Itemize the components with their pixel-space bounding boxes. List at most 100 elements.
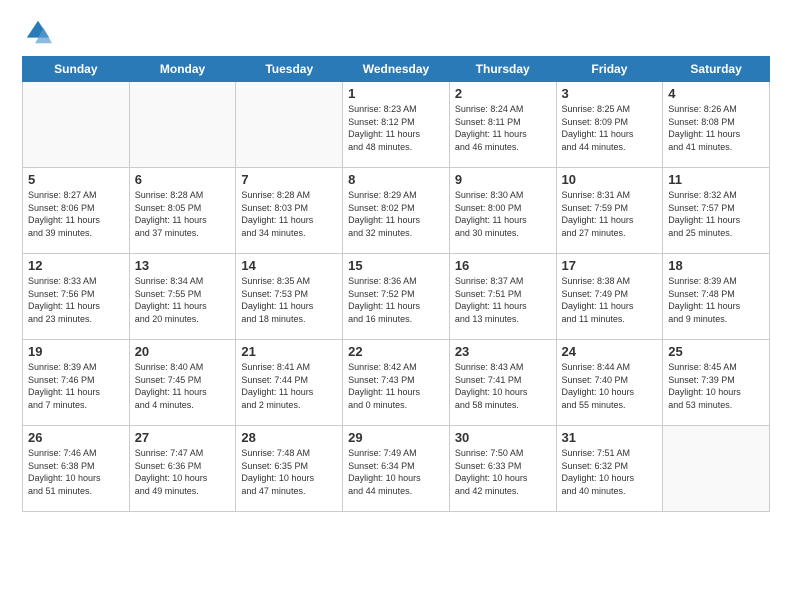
cal-cell: 23Sunrise: 8:43 AM Sunset: 7:41 PM Dayli…	[449, 340, 556, 426]
week-row-2: 12 Sunrise: 8:33 AM Sunset: 7:56 PM Dayli…	[23, 254, 770, 340]
cell-info: Sunrise: 8:30 AM Sunset: 8:00 PM Dayligh…	[455, 189, 551, 239]
cell-info: Sunrise: 7:51 AM Sunset: 6:32 PM Dayligh…	[562, 447, 658, 497]
cell-info: Sunrise: 7:46 AM Sunset: 6:38 PM Dayligh…	[28, 447, 124, 497]
cal-cell: 22Sunrise: 8:42 AM Sunset: 7:43 PM Dayli…	[343, 340, 450, 426]
cell-info: Sunrise: 8:28 AM Sunset: 8:05 PM Dayligh…	[135, 189, 231, 239]
cell-info: Sunrise: 8:41 AM Sunset: 7:44 PM Dayligh…	[241, 361, 337, 411]
cell-info: Sunrise: 8:28 AM Sunset: 8:03 PM Dayligh…	[241, 189, 337, 239]
day-number: 17	[562, 258, 658, 273]
day-number: 27	[135, 430, 231, 445]
cell-info: Sunrise: 8:27 AM Sunset: 8:06 PM Dayligh…	[28, 189, 124, 239]
day-number: 21	[241, 344, 337, 359]
cal-cell: 29 Sunrise: 7:49 AM Sunset: 6:34 PM Dayli…	[343, 426, 450, 512]
day-number: 6	[135, 172, 231, 187]
day-header-saturday: Saturday	[663, 57, 770, 82]
day-number: 31	[562, 430, 658, 445]
cell-info: Sunrise: 8:24 AM Sunset: 8:11 PM Dayligh…	[455, 103, 551, 153]
cell-info: Sunrise: 8:38 AM Sunset: 7:49 PM Dayligh…	[562, 275, 658, 325]
day-header-friday: Friday	[556, 57, 663, 82]
cal-cell: 15 Sunrise: 8:36 AM Sunset: 7:52 PM Dayli…	[343, 254, 450, 340]
cal-cell: 19 Sunrise: 8:39 AM Sunset: 7:46 PM Dayli…	[23, 340, 130, 426]
cal-cell: 2 Sunrise: 8:24 AM Sunset: 8:11 PM Daylig…	[449, 82, 556, 168]
day-number: 3	[562, 86, 658, 101]
cell-info: Sunrise: 8:42 AM Sunset: 7:43 PM Dayligh…	[348, 361, 444, 411]
cal-cell: 31 Sunrise: 7:51 AM Sunset: 6:32 PM Dayli…	[556, 426, 663, 512]
cal-cell: 24Sunrise: 8:44 AM Sunset: 7:40 PM Dayli…	[556, 340, 663, 426]
cal-cell: 27Sunrise: 7:47 AM Sunset: 6:36 PM Dayli…	[129, 426, 236, 512]
day-number: 12	[28, 258, 124, 273]
day-header-sunday: Sunday	[23, 57, 130, 82]
day-number: 29	[348, 430, 444, 445]
day-number: 9	[455, 172, 551, 187]
day-number: 11	[668, 172, 764, 187]
cal-cell	[663, 426, 770, 512]
cal-cell: 4Sunrise: 8:26 AM Sunset: 8:08 PM Daylig…	[663, 82, 770, 168]
day-number: 16	[455, 258, 551, 273]
cal-cell: 26 Sunrise: 7:46 AM Sunset: 6:38 PM Dayli…	[23, 426, 130, 512]
week-row-1: 5Sunrise: 8:27 AM Sunset: 8:06 PM Daylig…	[23, 168, 770, 254]
cal-cell: 21 Sunrise: 8:41 AM Sunset: 7:44 PM Dayli…	[236, 340, 343, 426]
logo	[22, 18, 52, 46]
cal-cell: 25Sunrise: 8:45 AM Sunset: 7:39 PM Dayli…	[663, 340, 770, 426]
day-number: 8	[348, 172, 444, 187]
logo-icon	[24, 18, 52, 46]
day-number: 10	[562, 172, 658, 187]
week-row-3: 19 Sunrise: 8:39 AM Sunset: 7:46 PM Dayli…	[23, 340, 770, 426]
day-header-tuesday: Tuesday	[236, 57, 343, 82]
day-number: 26	[28, 430, 124, 445]
day-number: 25	[668, 344, 764, 359]
day-number: 28	[241, 430, 337, 445]
cell-info: Sunrise: 8:39 AM Sunset: 7:46 PM Dayligh…	[28, 361, 124, 411]
cal-cell	[236, 82, 343, 168]
page: SundayMondayTuesdayWednesdayThursdayFrid…	[0, 0, 792, 612]
cal-cell	[23, 82, 130, 168]
day-number: 7	[241, 172, 337, 187]
cal-cell: 10 Sunrise: 8:31 AM Sunset: 7:59 PM Dayli…	[556, 168, 663, 254]
cal-cell: 20 Sunrise: 8:40 AM Sunset: 7:45 PM Dayli…	[129, 340, 236, 426]
cal-cell: 28 Sunrise: 7:48 AM Sunset: 6:35 PM Dayli…	[236, 426, 343, 512]
day-number: 13	[135, 258, 231, 273]
cell-info: Sunrise: 8:37 AM Sunset: 7:51 PM Dayligh…	[455, 275, 551, 325]
day-number: 30	[455, 430, 551, 445]
cal-cell: 9 Sunrise: 8:30 AM Sunset: 8:00 PM Daylig…	[449, 168, 556, 254]
header	[22, 18, 770, 46]
cell-info: Sunrise: 8:25 AM Sunset: 8:09 PM Dayligh…	[562, 103, 658, 153]
day-number: 14	[241, 258, 337, 273]
cal-cell: 18Sunrise: 8:39 AM Sunset: 7:48 PM Dayli…	[663, 254, 770, 340]
cell-info: Sunrise: 8:36 AM Sunset: 7:52 PM Dayligh…	[348, 275, 444, 325]
day-header-monday: Monday	[129, 57, 236, 82]
week-row-4: 26 Sunrise: 7:46 AM Sunset: 6:38 PM Dayli…	[23, 426, 770, 512]
cal-cell: 12 Sunrise: 8:33 AM Sunset: 7:56 PM Dayli…	[23, 254, 130, 340]
day-number: 15	[348, 258, 444, 273]
day-number: 23	[455, 344, 551, 359]
cal-cell: 1 Sunrise: 8:23 AM Sunset: 8:12 PM Daylig…	[343, 82, 450, 168]
day-number: 1	[348, 86, 444, 101]
cal-cell: 6 Sunrise: 8:28 AM Sunset: 8:05 PM Daylig…	[129, 168, 236, 254]
cell-info: Sunrise: 8:40 AM Sunset: 7:45 PM Dayligh…	[135, 361, 231, 411]
cal-cell: 3 Sunrise: 8:25 AM Sunset: 8:09 PM Daylig…	[556, 82, 663, 168]
day-header-thursday: Thursday	[449, 57, 556, 82]
cell-info: Sunrise: 8:32 AM Sunset: 7:57 PM Dayligh…	[668, 189, 764, 239]
calendar-table: SundayMondayTuesdayWednesdayThursdayFrid…	[22, 56, 770, 512]
cal-cell: 30 Sunrise: 7:50 AM Sunset: 6:33 PM Dayli…	[449, 426, 556, 512]
cell-info: Sunrise: 7:48 AM Sunset: 6:35 PM Dayligh…	[241, 447, 337, 497]
day-number: 20	[135, 344, 231, 359]
cell-info: Sunrise: 7:50 AM Sunset: 6:33 PM Dayligh…	[455, 447, 551, 497]
day-number: 24	[562, 344, 658, 359]
cell-info: Sunrise: 8:26 AM Sunset: 8:08 PM Dayligh…	[668, 103, 764, 153]
cell-info: Sunrise: 8:33 AM Sunset: 7:56 PM Dayligh…	[28, 275, 124, 325]
cal-cell: 17 Sunrise: 8:38 AM Sunset: 7:49 PM Dayli…	[556, 254, 663, 340]
day-header-wednesday: Wednesday	[343, 57, 450, 82]
cell-info: Sunrise: 8:23 AM Sunset: 8:12 PM Dayligh…	[348, 103, 444, 153]
cell-info: Sunrise: 8:39 AM Sunset: 7:48 PM Dayligh…	[668, 275, 764, 325]
cell-info: Sunrise: 8:29 AM Sunset: 8:02 PM Dayligh…	[348, 189, 444, 239]
cell-info: Sunrise: 8:34 AM Sunset: 7:55 PM Dayligh…	[135, 275, 231, 325]
day-number: 2	[455, 86, 551, 101]
cal-cell	[129, 82, 236, 168]
day-number: 19	[28, 344, 124, 359]
week-row-0: 1 Sunrise: 8:23 AM Sunset: 8:12 PM Daylig…	[23, 82, 770, 168]
cal-cell: 14Sunrise: 8:35 AM Sunset: 7:53 PM Dayli…	[236, 254, 343, 340]
cell-info: Sunrise: 7:49 AM Sunset: 6:34 PM Dayligh…	[348, 447, 444, 497]
cal-cell: 8 Sunrise: 8:29 AM Sunset: 8:02 PM Daylig…	[343, 168, 450, 254]
cell-info: Sunrise: 8:31 AM Sunset: 7:59 PM Dayligh…	[562, 189, 658, 239]
